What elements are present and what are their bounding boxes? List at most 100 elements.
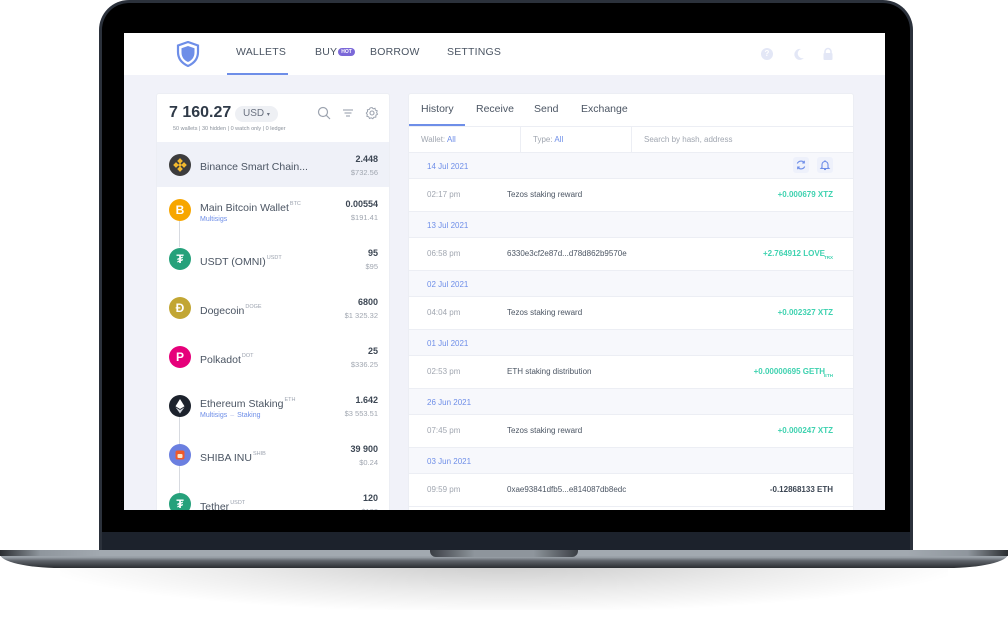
tx-time: 02:17 pm — [427, 190, 461, 199]
search-placeholder: Search by hash, address — [644, 135, 733, 144]
ethereum-icon — [169, 395, 191, 417]
tx-amount-value: +0.00000695 GETH — [753, 367, 825, 376]
wallet-name: TetherUSDT — [200, 500, 245, 510]
wallet-name: Binance Smart Chain... — [200, 161, 308, 173]
active-nav-indicator — [227, 73, 288, 75]
wallet-fiat: $0.24 — [359, 458, 378, 467]
gear-icon[interactable] — [365, 106, 379, 120]
refresh-button[interactable] — [793, 157, 809, 173]
tab-receive[interactable]: Receive — [476, 103, 514, 115]
wallet-filter[interactable]: Wallet: All — [409, 127, 521, 153]
wallet-row[interactable]: Binance Smart Chain... 2.448 $732.56 — [157, 142, 389, 187]
hot-badge: HOT — [338, 48, 355, 56]
search-input[interactable]: Search by hash, address — [632, 127, 853, 153]
bitcoin-icon: B — [169, 199, 191, 221]
tether-icon: ₮ — [169, 248, 191, 270]
wallet-symbol: DOT — [241, 353, 254, 359]
nav-borrow[interactable]: BORROW — [370, 46, 420, 58]
polkadot-icon: P — [169, 346, 191, 368]
laptop-chin — [102, 532, 910, 552]
wallet-row[interactable]: P PolkadotDOT 25 $336.25 — [157, 334, 389, 383]
wallet-fiat: $732.56 — [350, 168, 378, 177]
transaction-row[interactable]: 02:53 pm ETH staking distribution +0.000… — [409, 356, 853, 389]
wallet-name-text: Dogecoin — [200, 305, 245, 317]
wallet-amount: 95 — [367, 248, 378, 258]
date-header: 13 Jul 2021 — [409, 212, 853, 238]
wallet-tags: Multisigs — [200, 216, 227, 223]
date-header: 03 Jun 2021 — [409, 448, 853, 474]
tab-exchange[interactable]: Exchange — [581, 103, 628, 115]
wallet-fiat: $191.41 — [350, 213, 378, 222]
tx-description: 0xae93841dfb5...e814087db8edc — [507, 485, 627, 494]
date-label: 01 Jul 2021 — [427, 339, 469, 348]
transaction-row[interactable]: 04:04 pm Tezos staking reward +0.002327 … — [409, 297, 853, 330]
tx-description: Tezos staking reward — [507, 308, 583, 317]
refresh-icon — [796, 160, 806, 170]
currency-select[interactable]: USD ▾ — [235, 106, 278, 122]
wallet-tags: Multisigs – Staking — [200, 412, 261, 419]
wallet-row[interactable]: B Main Bitcoin WalletBTC Multisigs 0.005… — [157, 187, 389, 236]
wallets-panel: 7 160.27 USD ▾ 50 wallets | 30 hidden | … — [156, 93, 390, 510]
transaction-row[interactable]: 06:58 pm 6330e3cf2e87d...d78d862b9570e +… — [409, 238, 853, 271]
caret-down-icon: ▾ — [266, 112, 270, 118]
nav-settings[interactable]: SETTINGS — [447, 46, 501, 58]
wallet-fiat: $3 553.51 — [344, 409, 378, 418]
search-icon[interactable] — [317, 106, 331, 120]
wallet-symbol: BTC — [289, 201, 301, 207]
wallet-row[interactable]: ₮ TetherUSDT 120 $120 — [157, 481, 389, 510]
wallet-row[interactable]: Ð DogecoinDOGE 6800 $1 325.32 — [157, 285, 389, 334]
wallet-name-text: USDT (OMNI) — [200, 256, 266, 268]
filter-icon[interactable] — [341, 106, 355, 120]
wallet-fiat: $1 325.32 — [344, 311, 378, 320]
date-label: 03 Jun 2021 — [427, 457, 472, 466]
transaction-row[interactable]: 09:59 pm 0xae93841dfb5...e814087db8edc -… — [409, 474, 853, 507]
tx-time: 09:59 pm — [427, 485, 461, 494]
wallet-name-text: Ethereum Staking — [200, 398, 284, 410]
nav-wallets[interactable]: WALLETS — [236, 46, 286, 58]
tx-description: Tezos staking reward — [507, 190, 583, 199]
date-header: 01 Jul 2021 — [409, 330, 853, 356]
notifications-button[interactable] — [817, 157, 833, 173]
type-filter[interactable]: Type: All — [521, 127, 632, 153]
date-header: 26 Jun 2021 — [409, 389, 853, 415]
wallet-row[interactable]: Ethereum StakingETH Multisigs – Staking 1.… — [157, 383, 389, 432]
date-label: 14 Jul 2021 — [427, 162, 469, 171]
tab-send[interactable]: Send — [534, 103, 559, 115]
nav-buy[interactable]: BUY — [315, 46, 337, 58]
shield-logo-icon[interactable] — [176, 41, 200, 67]
tx-amount-value: +2.764912 LOVE — [762, 249, 825, 258]
tag-multisigs[interactable]: Multisigs — [200, 412, 227, 419]
tag-multisigs[interactable]: Multisigs — [200, 216, 227, 223]
tab-history[interactable]: History — [421, 103, 454, 115]
date-header: 14 Jul 2021 — [409, 153, 853, 179]
wallet-list: Binance Smart Chain... 2.448 $732.56 B M… — [157, 142, 389, 510]
wallet-amount: 1.642 — [355, 395, 378, 405]
wallet-name: Ethereum StakingETH — [200, 397, 295, 410]
wallet-symbol: SHIB — [252, 451, 266, 457]
wallet-row[interactable]: ₮ USDT (OMNI)USDT 95 $95 — [157, 236, 389, 285]
tx-time: 06:58 pm — [427, 249, 461, 258]
wallet-symbol: USDT — [230, 500, 246, 506]
transaction-row[interactable]: 02:17 pm Tezos staking reward +0.000679 … — [409, 179, 853, 212]
tag-staking[interactable]: Staking — [237, 412, 260, 419]
wallet-amount: 39 900 — [350, 444, 378, 454]
tag-separator: – — [230, 412, 235, 419]
wallet-fiat: $95 — [365, 262, 378, 271]
tx-description: Tezos staking reward — [507, 426, 583, 435]
transaction-row[interactable]: 07:45 pm Tezos staking reward +0.000247 … — [409, 415, 853, 448]
wallet-name-text: Tether — [200, 501, 230, 510]
binance-icon — [169, 154, 191, 176]
type-filter-value: All — [554, 135, 564, 144]
tx-chain: ETH — [824, 373, 833, 378]
tx-amount: +2.764912 LOVETRX — [763, 249, 833, 260]
tx-amount: -0.12868133 ETH — [769, 485, 833, 494]
date-label: 26 Jun 2021 — [427, 398, 472, 407]
wallet-name-text: Main Bitcoin Wallet — [200, 202, 289, 214]
wallet-symbol: DOGE — [245, 304, 262, 310]
wallet-amount: 25 — [367, 346, 378, 356]
lock-icon[interactable] — [821, 47, 835, 61]
moon-icon[interactable] — [792, 47, 806, 61]
help-icon[interactable]: ? — [761, 48, 773, 60]
top-nav-bar: WALLETS BUY HOT BORROW SETTINGS ? — [124, 33, 885, 75]
wallet-row[interactable]: SHIBA INUSHIB 39 900 $0.24 — [157, 432, 389, 481]
